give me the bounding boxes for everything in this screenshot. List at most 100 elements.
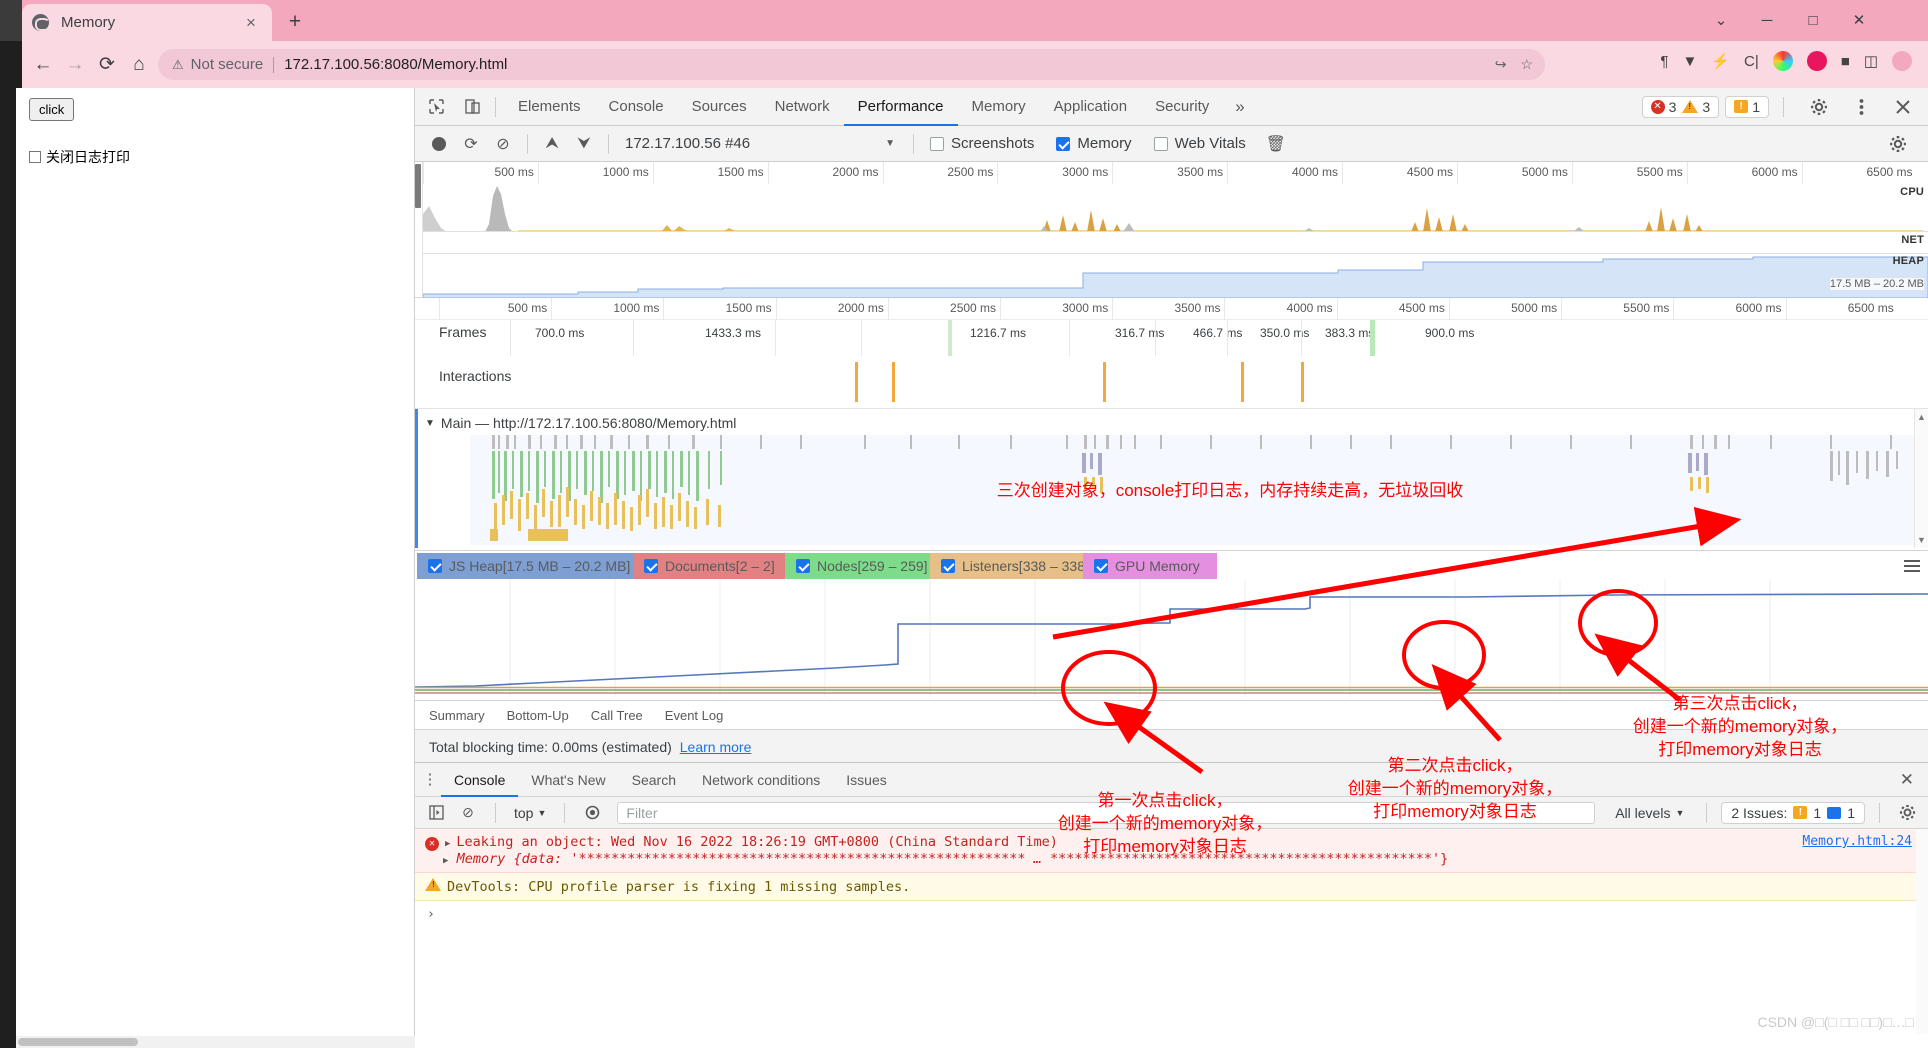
drawer-tab-network-conditions[interactable]: Network conditions [689, 763, 833, 797]
upload-icon[interactable]: ⮝ [536, 130, 568, 158]
more-vertical-icon[interactable] [1846, 92, 1876, 122]
new-tab-button[interactable]: + [281, 8, 309, 36]
live-expression-icon[interactable] [579, 801, 605, 825]
issues-chip[interactable]: 2 Issues: ! 1 1 [1721, 801, 1865, 824]
main-section-scrollbar[interactable]: ▲ ▼ [1914, 409, 1928, 548]
puzzle-icon[interactable]: ■ [1841, 53, 1850, 70]
close-icon[interactable] [1888, 92, 1918, 122]
paragraph-icon[interactable]: ¶ [1660, 53, 1668, 70]
tab-network[interactable]: Network [761, 88, 844, 126]
tab-bottom-up[interactable]: Bottom-Up [507, 708, 569, 723]
drawer-tab-console[interactable]: Console [441, 763, 518, 797]
scrollbar-thumb[interactable] [18, 1038, 138, 1046]
hamburger-icon[interactable] [1904, 557, 1920, 575]
log-levels-selector[interactable]: All levels ▼ [1607, 805, 1692, 821]
main-track-header[interactable]: ▼ Main — http://172.17.100.56:8080/Memor… [425, 415, 736, 431]
address-bar[interactable]: ⚠ Not secure 172.17.100.56:8080/Memory.h… [158, 49, 1545, 80]
drawer-tab-whats-new[interactable]: What's New [518, 763, 618, 797]
sidebar-icon[interactable]: ◫ [1864, 52, 1878, 70]
reload-icon[interactable]: ⟳ [92, 50, 122, 80]
issues-badge[interactable]: ! 1 [1725, 95, 1769, 118]
legend-checkbox[interactable] [1094, 559, 1108, 573]
context-selector[interactable]: top ▼ [510, 805, 550, 821]
lightning-icon[interactable]: ⚡ [1711, 52, 1730, 70]
share-icon[interactable]: ↪ [1495, 56, 1507, 73]
translate-icon[interactable]: C| [1744, 53, 1759, 70]
scroll-down-arrow[interactable]: ▼ [1915, 535, 1928, 545]
forward-icon[interactable]: → [60, 50, 90, 80]
bookmark-star-icon[interactable]: ☆ [1520, 56, 1533, 73]
gear-icon[interactable] [1894, 801, 1920, 825]
error-badge[interactable]: ✕ 3 [1650, 99, 1676, 115]
memory-checkbox[interactable]: Memory [1056, 135, 1145, 152]
source-link[interactable]: Memory.html:24 [1802, 834, 1912, 849]
console-sidebar-icon[interactable] [423, 801, 449, 825]
minimize-button[interactable]: ─ [1744, 0, 1790, 41]
chevron-down-icon[interactable]: ▼ [425, 418, 435, 429]
clear-console-icon[interactable]: ⊘ [455, 801, 481, 825]
tab-console[interactable]: Console [595, 88, 678, 126]
tab-call-tree[interactable]: Call Tree [591, 708, 643, 723]
browser-tab[interactable]: Memory × [22, 4, 272, 41]
error-warning-badges[interactable]: ✕ 3 3 [1641, 95, 1720, 118]
learn-more-link[interactable]: Learn more [680, 739, 752, 755]
legend-checkbox[interactable] [428, 559, 442, 573]
more-tabs-icon[interactable]: » [1223, 97, 1256, 117]
performance-overview[interactable]: 500 ms 1000 ms 1500 ms 2000 ms 2500 ms 3000 m… [415, 162, 1928, 298]
warning-badge[interactable]: 3 [1682, 99, 1710, 115]
filter-icon[interactable]: ▼ [1682, 53, 1697, 70]
download-icon[interactable]: ⮟ [568, 130, 600, 158]
screenshots-checkbox[interactable]: Screenshots [930, 135, 1048, 152]
disable-log-checkbox[interactable] [29, 151, 41, 163]
legend-checkbox[interactable] [644, 559, 658, 573]
profile-avatar[interactable] [1892, 51, 1912, 71]
expand-arrow-icon[interactable]: ▶ [445, 839, 450, 849]
legend-checkbox[interactable] [796, 559, 810, 573]
home-icon[interactable]: ⌂ [124, 50, 154, 80]
overview-window-handle[interactable] [415, 164, 421, 208]
tab-performance[interactable]: Performance [844, 88, 958, 126]
cursor-select-icon[interactable] [421, 92, 451, 122]
scroll-up-arrow[interactable]: ▲ [1915, 409, 1928, 422]
window-close-button[interactable]: ✕ [1836, 0, 1882, 41]
close-icon[interactable]: ✕ [1886, 770, 1928, 790]
console-prompt[interactable]: › [415, 901, 1928, 928]
profile-selector[interactable]: 172.17.100.56 #46 ▼ [625, 135, 905, 152]
drawer-tab-issues[interactable]: Issues [833, 763, 899, 797]
web-vitals-checkbox[interactable]: Web Vitals [1153, 135, 1260, 152]
back-icon[interactable]: ← [28, 50, 58, 80]
device-toolbar-icon[interactable] [457, 92, 487, 122]
gear-icon[interactable] [1882, 130, 1914, 158]
legend-item-4[interactable]: GPU Memory [1083, 553, 1217, 579]
maximize-button[interactable]: □ [1790, 0, 1836, 41]
legend-checkbox[interactable] [941, 559, 955, 573]
trash-icon[interactable]: 🗑 [1260, 130, 1292, 158]
click-button[interactable]: click [29, 98, 75, 121]
tab-memory[interactable]: Memory [958, 88, 1040, 126]
reload-record-icon[interactable]: ⟳ [455, 130, 487, 158]
record-icon[interactable] [423, 130, 455, 158]
drawer-tab-search[interactable]: Search [619, 763, 689, 797]
object-ellipsis[interactable]: … [1034, 851, 1042, 867]
close-icon[interactable]: × [240, 14, 262, 31]
legend-item-2[interactable]: Nodes[259 – 259] [785, 553, 930, 579]
tab-sources[interactable]: Sources [678, 88, 761, 126]
console-warning-message[interactable]: DevTools: CPU profile parser is fixing 1… [415, 873, 1928, 901]
issue-badge-item[interactable]: ! 1 [1734, 99, 1760, 115]
clear-icon[interactable]: ⊘ [487, 130, 519, 158]
gear-icon[interactable] [1804, 92, 1834, 122]
tab-event-log[interactable]: Event Log [665, 708, 724, 723]
legend-item-1[interactable]: Documents[2 – 2] [633, 553, 785, 579]
tab-summary[interactable]: Summary [429, 708, 485, 723]
more-vertical-icon[interactable]: ⋮ [415, 772, 441, 786]
chevron-down-icon[interactable]: ⌄ [1698, 0, 1744, 41]
console-scrollbar[interactable] [1916, 829, 1928, 1034]
tab-elements[interactable]: Elements [504, 88, 595, 126]
counters-plot[interactable] [415, 579, 1928, 697]
legend-item-0[interactable]: JS Heap[17.5 MB – 20.2 MB] [417, 553, 633, 579]
legend-item-3[interactable]: Listeners[338 – 338] [930, 553, 1089, 579]
tab-security[interactable]: Security [1141, 88, 1223, 126]
tab-application[interactable]: Application [1040, 88, 1141, 126]
page-horizontal-scrollbar[interactable] [16, 1036, 415, 1048]
recorder-icon[interactable] [1806, 51, 1827, 71]
